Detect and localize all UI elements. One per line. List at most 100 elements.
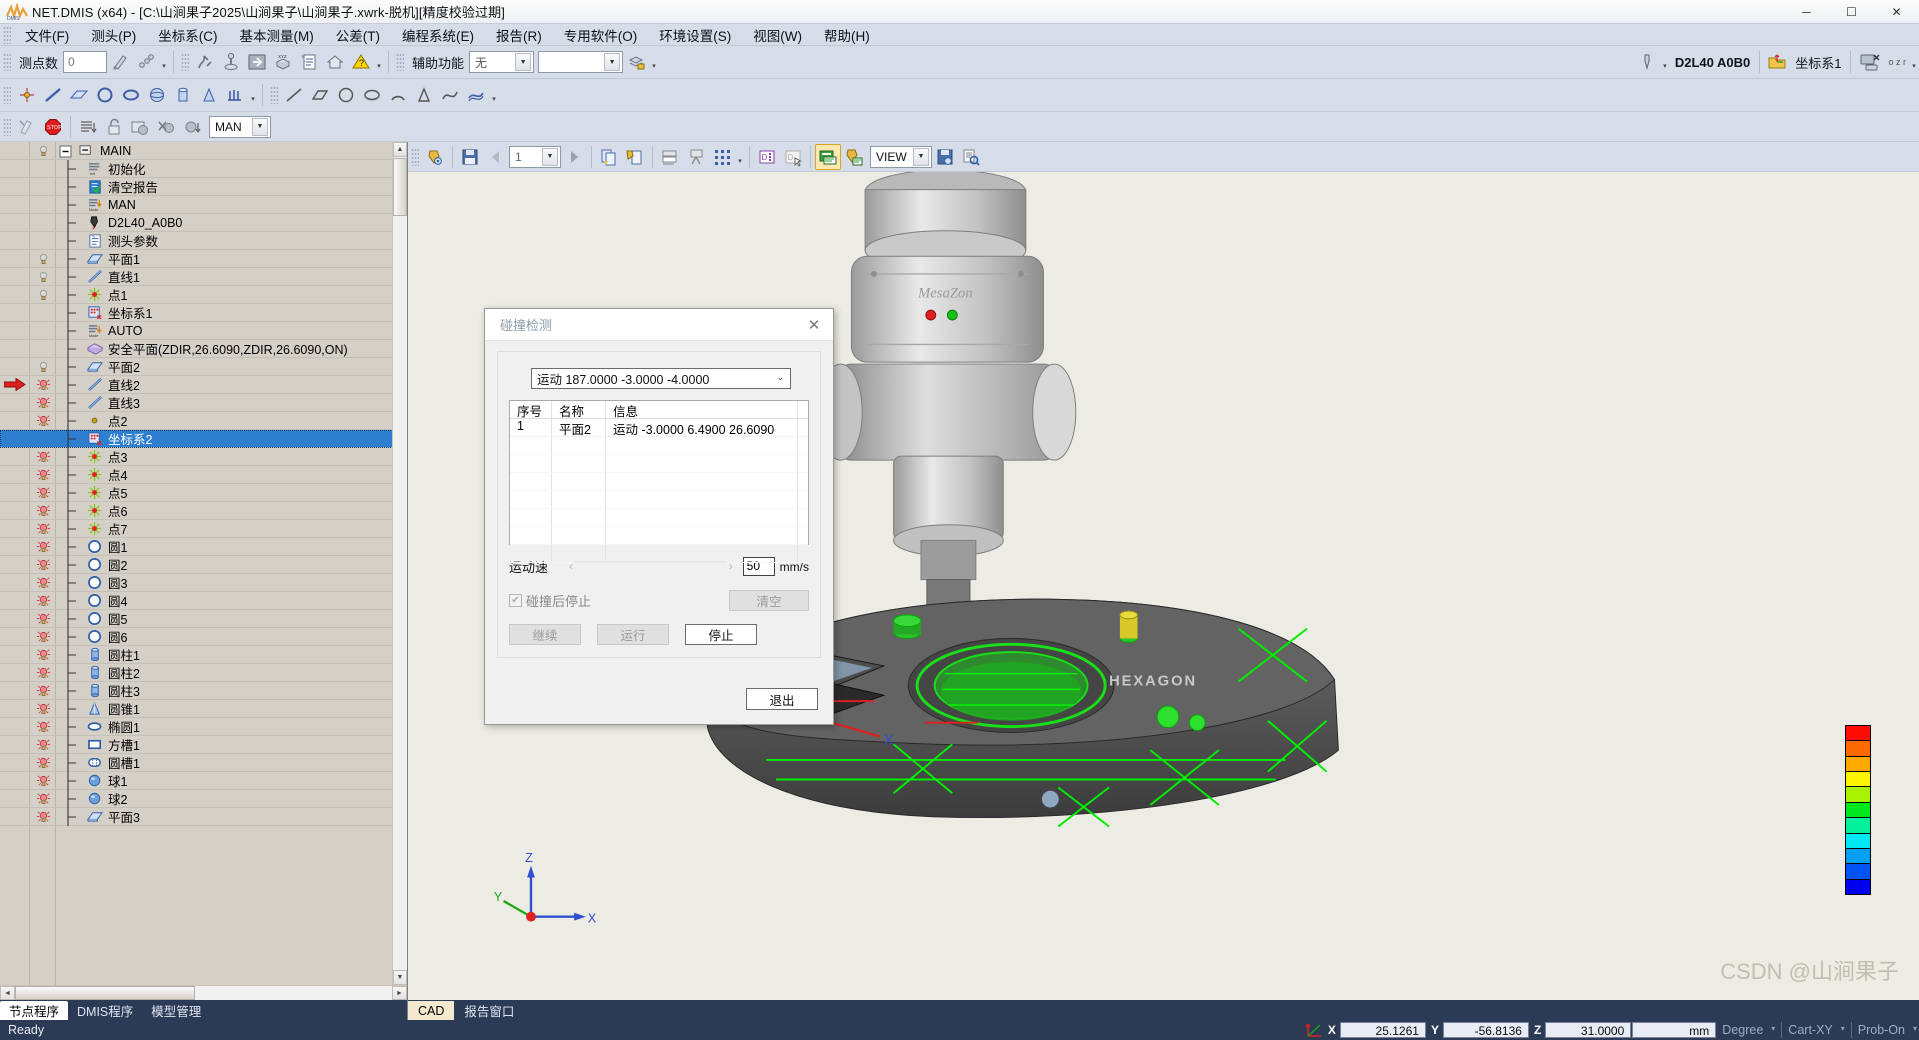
exit-button[interactable]: 退出 <box>746 688 818 710</box>
construct-plane-icon[interactable] <box>307 82 333 108</box>
dialog-close-icon[interactable]: ✕ <box>795 309 833 340</box>
lightbulb-icon[interactable] <box>30 466 56 484</box>
stop-on-collision-checkbox[interactable]: ✔ <box>509 594 522 607</box>
toolbar2-overflow-chevron-icon[interactable]: ▾ <box>248 84 258 106</box>
scroll-thumb[interactable] <box>393 158 407 216</box>
tree-item-19[interactable]: 点5 <box>0 483 407 502</box>
chevron-down-icon[interactable]: ▼ <box>913 147 929 166</box>
lightbulb-icon[interactable] <box>30 376 56 394</box>
toolbar1b-overflow-chevron-icon[interactable]: ▾ <box>374 51 384 73</box>
sphere-down-icon[interactable] <box>179 114 205 140</box>
lightbulb-icon[interactable] <box>30 484 56 502</box>
tree-item-29[interactable]: 圆柱2 <box>0 663 407 682</box>
cad-toolbar-grip-handle[interactable] <box>411 147 419 166</box>
tree-item-18[interactable]: 点4 <box>0 465 407 484</box>
lightbulb-icon[interactable] <box>30 538 56 556</box>
probe-select-chevron-icon[interactable]: ▾ <box>1660 51 1670 73</box>
menu-report[interactable]: 报告(R) <box>485 23 553 47</box>
menu-programming[interactable]: 编程系统(E) <box>391 23 485 47</box>
tree-item-8[interactable]: 点1 <box>0 285 407 304</box>
cad-projection-icon[interactable] <box>683 144 709 170</box>
tree-expand-toggle[interactable] <box>58 142 78 160</box>
lightbulb-icon[interactable] <box>30 556 56 574</box>
lightbulb-icon[interactable] <box>30 754 56 772</box>
slider-left-chevron-icon[interactable]: ‹ <box>569 559 573 573</box>
toolbar1-grip-handle[interactable] <box>3 53 11 71</box>
chevron-down-icon[interactable]: ▼ <box>604 53 621 71</box>
home-icon[interactable] <box>322 49 348 75</box>
menu-special-software[interactable]: 专用软件(O) <box>553 23 649 47</box>
cad-prev-icon[interactable] <box>483 144 509 170</box>
menu-environment[interactable]: 环境设置(S) <box>648 23 742 47</box>
cad-view-select[interactable]: VIEW ▼ <box>870 145 932 168</box>
cad-report-probe-icon[interactable] <box>841 144 867 170</box>
stop-button[interactable]: 停止 <box>685 624 757 645</box>
tree-item-33[interactable]: 方槽1 <box>0 735 407 754</box>
measure-line-icon[interactable] <box>40 82 66 108</box>
probe-doc-icon[interactable] <box>296 49 322 75</box>
tree-item-28[interactable]: 圆柱1 <box>0 645 407 664</box>
toolbar1c-grip-handle[interactable] <box>396 53 405 71</box>
chevron-down-icon[interactable]: ▼ <box>252 117 268 136</box>
construct-cone-icon[interactable] <box>411 82 437 108</box>
close-button[interactable]: ✕ <box>1874 0 1919 24</box>
scroll-thumb-horizontal[interactable] <box>15 986 195 1000</box>
lightbulb-icon[interactable] <box>30 610 56 628</box>
tree-item-25[interactable]: 圆4 <box>0 591 407 610</box>
construct-surface-icon[interactable] <box>463 82 489 108</box>
menu-grip-handle[interactable] <box>3 25 11 44</box>
machine-disconnect-icon[interactable] <box>1855 49 1885 75</box>
lightbulb-icon[interactable] <box>30 268 56 286</box>
lightbulb-icon[interactable] <box>30 592 56 610</box>
tree-item-14[interactable]: 直线3 <box>0 393 407 412</box>
tree-item-30[interactable]: 圆柱3 <box>0 681 407 700</box>
construct-curve-icon[interactable] <box>437 82 463 108</box>
tree-item-22[interactable]: 圆1 <box>0 537 407 556</box>
manual-move-icon[interactable] <box>192 49 218 75</box>
chevron-down-icon[interactable]: ▼ <box>515 53 532 71</box>
scroll-up-arrow-icon[interactable]: ▲ <box>393 142 407 157</box>
tree-vertical-scrollbar[interactable]: ▲ ▼ <box>392 142 407 985</box>
toolbar3-grip-handle[interactable] <box>3 117 11 136</box>
tab-model-management[interactable]: 模型管理 <box>142 1001 210 1020</box>
mode-select[interactable]: MAN ▼ <box>209 115 271 138</box>
cad-view-probe-icon[interactable] <box>422 144 448 170</box>
aux-function-select[interactable]: 无 ▼ <box>469 51 535 73</box>
lightbulb-icon[interactable] <box>30 448 56 466</box>
tree-item-9[interactable]: 坐标系1 <box>0 303 407 322</box>
toolbar1b-grip-handle[interactable] <box>181 53 190 71</box>
menu-coordsys[interactable]: 坐标系(C) <box>147 23 228 47</box>
cad-dmis-select-icon[interactable]: D <box>780 144 806 170</box>
lightbulb-icon[interactable] <box>30 574 56 592</box>
tree-item-13[interactable]: 直线2 <box>0 375 407 394</box>
status-coord-mode-select[interactable]: Cart-XY <box>1786 1023 1846 1037</box>
tab-node-program[interactable]: 节点程序 <box>0 1001 69 1020</box>
toolbar2b-grip-handle[interactable] <box>270 86 278 104</box>
tree-item-4[interactable]: D2L40_A0B0 <box>0 213 407 232</box>
lightbulb-icon[interactable] <box>30 358 56 376</box>
menu-basic-measure[interactable]: 基本测量(M) <box>229 23 325 47</box>
cad-save-view-icon[interactable] <box>932 144 958 170</box>
tree-item-10[interactable]: Mode AUTO <box>0 321 407 340</box>
toolbar2b-overflow-chevron-icon[interactable]: ▾ <box>489 84 499 106</box>
measure-ellipse-icon[interactable] <box>118 82 144 108</box>
tree-item-36[interactable]: 球2 <box>0 789 407 808</box>
tree-item-3[interactable]: Mode MAN <box>0 195 407 214</box>
scroll-right-arrow-icon[interactable]: ► <box>392 986 407 1000</box>
construct-circle-icon[interactable] <box>333 82 359 108</box>
tab-dmis-program[interactable]: DMIS程序 <box>68 1001 142 1020</box>
toolbar1d-overflow-chevron-icon[interactable]: ▾ <box>1909 51 1919 73</box>
tree-item-32[interactable]: 椭圆1 <box>0 717 407 736</box>
maximize-button[interactable]: ☐ <box>1829 0 1874 24</box>
cad-new-page-icon[interactable] <box>622 144 648 170</box>
status-angle-unit-select[interactable]: Degree <box>1720 1023 1777 1037</box>
tab-cad[interactable]: CAD <box>408 1001 455 1020</box>
tree-item-6[interactable]: 平面1 <box>0 249 407 268</box>
tree-item-5[interactable]: 测头参数 <box>0 231 407 250</box>
tree-item-26[interactable]: 圆5 <box>0 609 407 628</box>
tree-item-0[interactable]: MAIN <box>0 142 407 160</box>
window-sphere-icon[interactable] <box>127 114 153 140</box>
collision-detection-dialog[interactable]: 碰撞检测 ✕ 运动 187.0000 -3.0000 -4.0000 ⌄ 序号 … <box>484 308 834 725</box>
cad-grid-chevron-icon[interactable]: ▾ <box>735 146 745 168</box>
tree-item-17[interactable]: 点3 <box>0 447 407 466</box>
